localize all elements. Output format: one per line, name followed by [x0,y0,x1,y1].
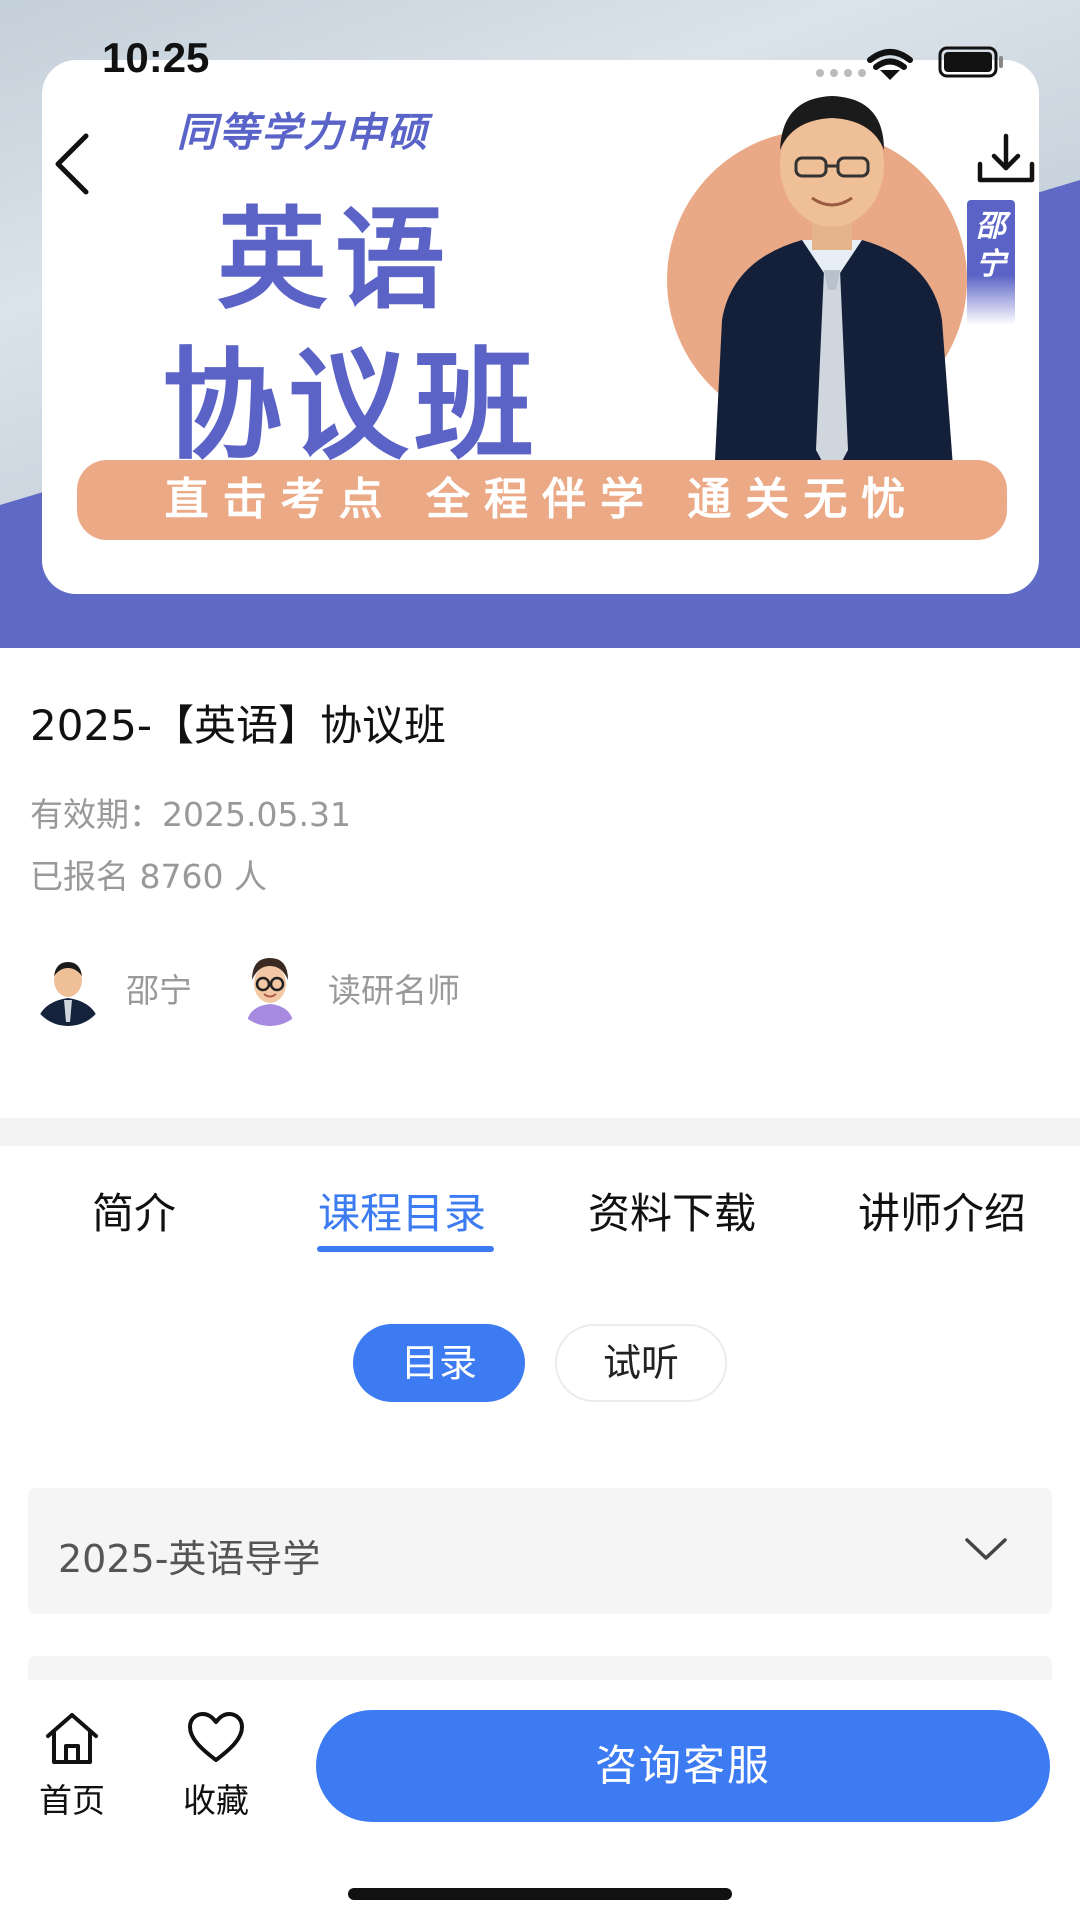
teacher-name: 邵宁 [126,971,192,1010]
chapter-dropdown[interactable]: 2025-英语导学 [28,1488,1052,1614]
home-icon [46,1713,98,1764]
tab-intro[interactable]: 简介 [92,1180,176,1241]
teacher-avatar [232,950,308,1026]
chevron-down-icon [965,1538,1007,1560]
course-tabs: 简介 课程目录 资料下载 讲师介绍 [0,1146,1080,1256]
favorite-label: 收藏 [183,1781,249,1820]
bottom-action-bar: 首页 收藏 咨询客服 [0,1680,1080,1920]
status-icons [867,46,1003,80]
download-icon[interactable] [974,130,1038,190]
back-chevron-icon[interactable] [48,128,96,200]
section-divider [0,1118,1080,1146]
teacher-photo [712,96,957,520]
banner-teacher-tag: 邵宁 [967,200,1015,325]
banner-subject: 英语 [217,196,453,324]
course-hero: 同等学力申硕 英语 协议班 邵宁 直击考点 全程伴学 通关无忧 10:25 [0,0,1080,648]
home-indicator [348,1888,732,1900]
chapter-title: 2025-英语导学 [58,1537,321,1581]
teacher-avatar [30,950,106,1026]
course-title: 2025-【英语】协议班 [30,701,447,750]
home-label: 首页 [39,1781,105,1820]
wifi-icon [867,49,913,80]
tab-lecturer[interactable]: 讲师介绍 [858,1180,1026,1241]
consult-service-button[interactable]: 咨询客服 [316,1710,1050,1822]
heart-icon [188,1712,244,1762]
active-tab-indicator [317,1246,494,1252]
banner-class-type: 协议班 [162,337,540,476]
course-enrolled-count: 已报名 8760 人 [30,857,267,896]
teacher-chip[interactable]: 邵宁 [30,948,192,1028]
tab-catalog[interactable]: 课程目录 [318,1180,486,1241]
banner-top-title: 同等学力申硕 [177,110,429,156]
teacher-name: 读研名师 [328,971,460,1010]
battery-icon [938,46,1003,78]
tab-downloads[interactable]: 资料下载 [588,1180,756,1241]
teacher-chip[interactable]: 读研名师 [232,948,460,1028]
course-validity: 有效期：2025.05.31 [30,795,351,834]
segment-trial-button[interactable]: 试听 [555,1324,727,1402]
course-banner-image: 同等学力申硕 英语 协议班 邵宁 直击考点 全程伴学 通关无忧 [42,60,1039,594]
status-time: 10:25 [102,34,210,81]
banner-slogan: 直击考点 全程伴学 通关无忧 [77,460,1007,540]
course-info-section: 2025-【英语】协议班 有效期：2025.05.31 已报名 8760 人 邵… [0,648,1080,1118]
home-nav-button[interactable]: 首页 [22,1710,122,1822]
segment-catalog-button[interactable]: 目录 [353,1324,525,1402]
favorite-button[interactable]: 收藏 [166,1710,266,1822]
